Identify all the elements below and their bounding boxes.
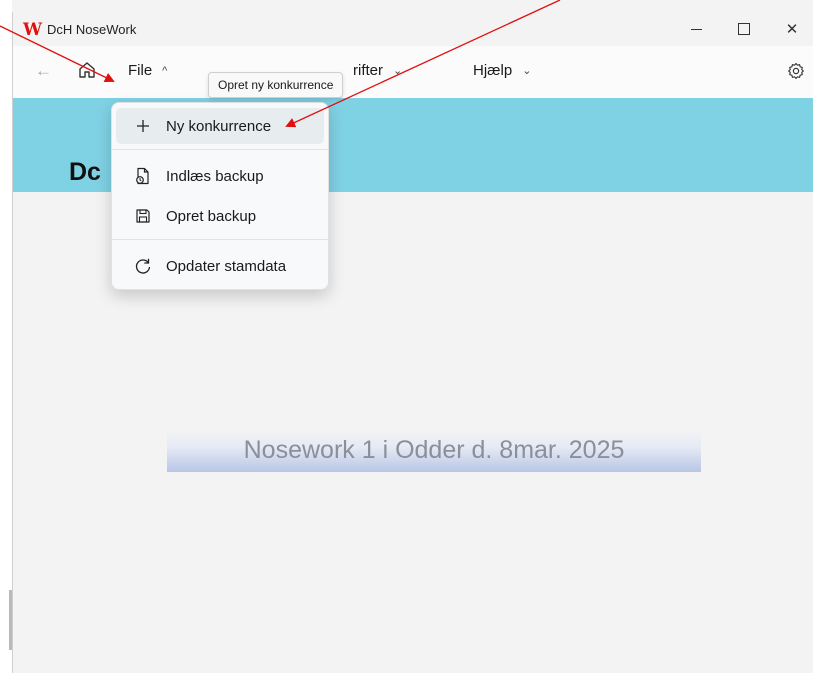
competition-title-box: Nosework 1 i Odder d. 8mar. 2025 [167, 430, 701, 472]
save-icon [130, 208, 156, 224]
left-gutter [0, 0, 12, 673]
chevron-down-icon: ⌄ [393, 65, 403, 77]
menu-hjaelp[interactable]: Hjælp ⌄ [473, 62, 531, 79]
page-title: Dc [69, 158, 101, 186]
menu-rifter-label: rifter [353, 62, 383, 79]
chevron-up-icon: ^ [162, 64, 168, 77]
close-button[interactable]: ✕ [769, 12, 813, 46]
menu-item-label: Ny konkurrence [166, 117, 272, 135]
plus-icon [130, 118, 156, 134]
window-title: DcH NoseWork [47, 22, 137, 37]
menu-bar: ← File ^ rifter ⌄ Hjælp ⌄ [13, 46, 813, 99]
refresh-icon [130, 257, 156, 275]
chevron-down-icon: ⌄ [522, 65, 532, 77]
minimize-icon [690, 28, 702, 30]
app-logo-icon: W [23, 20, 43, 40]
menu-file[interactable]: File ^ [128, 62, 167, 79]
menu-item-label: Opdater stamdata [166, 257, 287, 275]
menu-item-update-master-data[interactable]: Opdater stamdata [116, 248, 324, 284]
menu-item-save-backup[interactable]: Opret backup [116, 198, 324, 234]
menu-divider [112, 149, 328, 150]
menu-hjaelp-label: Hjælp [473, 62, 513, 79]
title-bar: W DcH NoseWork ✕ [13, 12, 813, 46]
close-icon: ✕ [785, 21, 799, 38]
home-icon[interactable] [77, 60, 97, 80]
minimize-button[interactable] [673, 12, 719, 46]
back-arrow-icon[interactable]: ← [35, 61, 52, 81]
gear-icon[interactable] [787, 62, 805, 80]
menu-item-label: Indlæs backup [166, 167, 264, 185]
menu-file-label: File [128, 62, 153, 79]
menu-item-load-backup[interactable]: Indlæs backup [116, 158, 324, 194]
file-dropdown-menu: Ny konkurrence Indlæs backup Opret backu… [111, 102, 329, 290]
menu-divider [112, 239, 328, 240]
competition-title: Nosework 1 i Odder d. 8mar. 2025 [243, 436, 625, 464]
maximize-icon [738, 23, 750, 35]
menu-item-label: Opret backup [166, 207, 257, 225]
open-file-icon [130, 167, 156, 185]
app-window: W DcH NoseWork ✕ ← File ^ rifter ⌄ Hjælp… [12, 12, 813, 673]
menu-rifter[interactable]: rifter ⌄ [353, 62, 402, 79]
tooltip: Opret ny konkurrence [208, 72, 344, 98]
maximize-button[interactable] [721, 12, 767, 46]
menu-item-new-competition[interactable]: Ny konkurrence [116, 108, 324, 144]
background-window-strip [0, 0, 813, 12]
